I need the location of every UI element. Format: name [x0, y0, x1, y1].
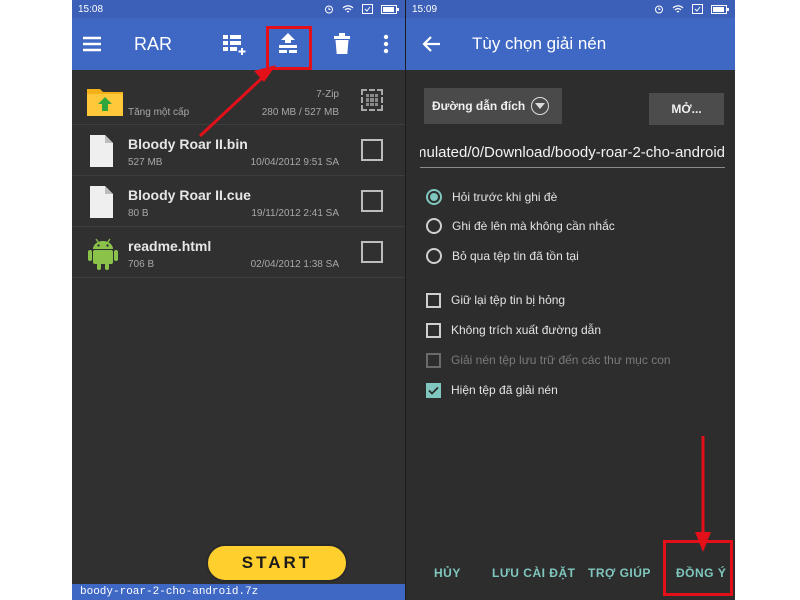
wifi-icon [342, 5, 354, 13]
file-size: 527 MB [128, 157, 163, 168]
archive-type: 7-Zip [316, 89, 339, 100]
option-label: Ghi đè lên mà không cần nhắc [452, 219, 615, 233]
chevron-down-icon [531, 97, 550, 115]
battery-icon [711, 4, 729, 14]
list-item[interactable]: Bloody Roar II.cue 80 B 19/11/2012 2:41 … [72, 176, 405, 227]
alarm-icon [325, 5, 333, 14]
option-label: Bỏ qua tệp tin đã tồn tại [452, 249, 579, 263]
file-name: Bloody Roar II.bin [128, 136, 248, 152]
hamburger-icon [83, 36, 101, 52]
checkbox-show-extracted[interactable]: Hiện tệp đã giải nén [426, 379, 558, 401]
file-checkbox[interactable] [361, 241, 383, 263]
option-label: Hỏi trước khi ghi đè [452, 190, 558, 204]
status-time: 15:08 [78, 3, 104, 15]
menu-button[interactable] [80, 32, 104, 56]
add-list-icon [223, 35, 246, 55]
android-icon [86, 235, 120, 276]
archive-size: 280 MB / 527 MB [261, 107, 339, 118]
trash-icon [334, 33, 350, 54]
signal-icon [692, 4, 703, 14]
file-icon [86, 133, 116, 174]
extract-options-screen: 15:09 Tùy chọn giải nén Đường dẫn đích M… [405, 0, 735, 600]
ok-highlight [663, 540, 733, 596]
option-label: Hiện tệp đã giải nén [451, 383, 558, 397]
radio-overwrite-without-prompt[interactable]: Ghi đè lên mà không cần nhắc [426, 215, 615, 237]
checkbox-extract-to-subfolders: Giải nén tệp lưu trữ đến các thư mục con [426, 349, 671, 371]
checkbox-indicator [426, 352, 441, 368]
help-button[interactable]: TRỢ GIÚP [588, 566, 651, 580]
app-bar: Tùy chọn giải nén [406, 18, 735, 70]
radio-ask-before-overwrite[interactable]: Hỏi trước khi ghi đè [426, 186, 557, 208]
check-icon [428, 386, 439, 395]
list-item[interactable]: readme.html 706 B 02/04/2012 1:38 SA [72, 227, 405, 278]
more-vert-icon [383, 34, 389, 54]
checkbox-no-paths[interactable]: Không trích xuất đường dẫn [426, 319, 601, 341]
option-label: Không trích xuất đường dẫn [451, 323, 601, 337]
file-date: 02/04/2012 1:38 SA [250, 259, 339, 270]
back-button[interactable] [420, 32, 444, 56]
list-item[interactable]: Bloody Roar II.bin 527 MB 10/04/2012 9:5… [72, 125, 405, 176]
screen-title: Tùy chọn giải nén [472, 34, 607, 53]
radio-indicator [426, 218, 442, 234]
parent-folder-label: Tăng một cấp [128, 107, 190, 118]
status-bar: 15:08 [72, 0, 405, 18]
radio-skip-existing[interactable]: Bỏ qua tệp tin đã tồn tại [426, 245, 579, 267]
more-options-button[interactable] [372, 30, 400, 58]
rar-file-browser: 15:08 RAR Tăng một cấp 7-Zip 280 MB / 52… [72, 0, 405, 600]
status-time: 15:09 [412, 3, 438, 15]
file-icon [86, 184, 116, 225]
file-checkbox[interactable] [361, 139, 383, 161]
save-settings-button[interactable]: LƯU CÀI ĐẶT [492, 566, 575, 580]
checkbox-indicator [426, 382, 441, 398]
add-to-archive-button[interactable] [220, 30, 248, 58]
radio-indicator [426, 189, 442, 205]
file-size: 706 B [128, 259, 155, 270]
cancel-button[interactable]: HỦY [434, 566, 461, 580]
wifi-icon [672, 5, 684, 13]
option-label: Giữ lại tệp tin bị hỏng [451, 293, 566, 307]
destination-label: Đường dẫn đích [432, 99, 526, 113]
checkbox-keep-broken[interactable]: Giữ lại tệp tin bị hỏng [426, 289, 565, 311]
checkbox-indicator [426, 292, 441, 308]
file-date: 19/11/2012 2:41 SA [251, 208, 339, 219]
option-label: Giải nén tệp lưu trữ đến các thư mục con [451, 353, 671, 367]
start-button[interactable]: START [206, 544, 348, 582]
destination-path-value: /storage/emulated/0/Download/boody-roar-… [420, 144, 725, 161]
folder-up-icon [86, 83, 124, 122]
destination-dropdown[interactable]: Đường dẫn đích [424, 88, 562, 124]
archive-filename-bar: boody-roar-2-cho-android.7z [72, 584, 405, 600]
file-date: 10/04/2012 9:51 SA [250, 157, 339, 168]
select-all-button[interactable] [361, 89, 383, 111]
extract-highlight [266, 26, 312, 70]
browse-button[interactable]: MỞ... [649, 93, 724, 125]
status-bar: 15:09 [406, 0, 735, 18]
signal-icon [362, 4, 373, 14]
radio-indicator [426, 248, 442, 264]
destination-path-input[interactable]: /storage/emulated/0/Download/boody-roar-… [420, 140, 725, 168]
file-name: readme.html [128, 238, 212, 254]
file-checkbox[interactable] [361, 190, 383, 212]
alarm-icon [655, 5, 663, 14]
app-bar: RAR [72, 18, 405, 70]
checkbox-indicator [426, 322, 441, 338]
file-name: Bloody Roar II.cue [128, 187, 251, 203]
file-list: Tăng một cấp 7-Zip 280 MB / 527 MB Blood… [72, 75, 405, 278]
battery-icon [381, 4, 399, 14]
file-size: 80 B [128, 208, 149, 219]
delete-button[interactable] [328, 30, 356, 58]
list-item-parent[interactable]: Tăng một cấp 7-Zip 280 MB / 527 MB [72, 75, 405, 125]
status-icons [654, 4, 729, 14]
arrow-back-icon [422, 36, 440, 52]
status-icons [324, 4, 399, 14]
app-title: RAR [134, 34, 173, 54]
